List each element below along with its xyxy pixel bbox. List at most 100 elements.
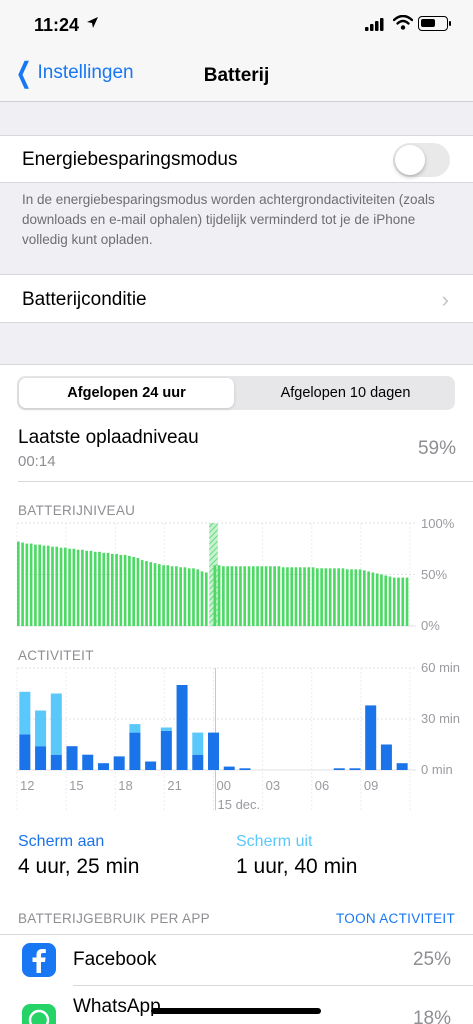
battery-bar xyxy=(286,567,289,626)
battery-bar xyxy=(269,566,272,626)
battery-bar xyxy=(166,565,170,626)
battery-bar xyxy=(324,568,328,626)
usage-header: BATTERIJGEBRUIK PER APP xyxy=(18,911,210,926)
battery-bar xyxy=(273,566,276,626)
activity-xtick: 12 xyxy=(20,778,34,793)
segment-24h[interactable]: Afgelopen 24 uur xyxy=(19,378,234,408)
battery-bar xyxy=(337,568,341,626)
screen-on-bar xyxy=(239,768,251,770)
screen-off-bar xyxy=(192,732,204,755)
activity-xtick: 00 xyxy=(217,778,231,793)
screen-on-bar xyxy=(380,744,392,770)
battery-bar xyxy=(290,567,294,626)
battery-ytick: 100% xyxy=(421,516,455,531)
battery-bar xyxy=(358,569,362,626)
activity-ytick: 0 min xyxy=(421,762,453,777)
battery-bar xyxy=(260,566,264,626)
battery-bar xyxy=(243,566,247,626)
screen-on-bar xyxy=(35,746,47,770)
battery-bar xyxy=(298,567,302,626)
screen-off-label: Scherm uit xyxy=(236,833,313,850)
battery-bar xyxy=(341,568,345,626)
screen-on-bar xyxy=(19,734,31,770)
battery-bar xyxy=(217,565,221,626)
screen-on-bar xyxy=(208,732,219,770)
battery-bar xyxy=(76,549,80,626)
battery-health-row[interactable]: Batterijconditie › xyxy=(0,274,473,323)
battery-bar xyxy=(303,567,306,626)
battery-bar xyxy=(17,541,20,626)
activity-xtick: 06 xyxy=(315,778,329,793)
battery-level-chart xyxy=(16,522,416,627)
app-row-whatsapp[interactable]: WhatsApp 18% xyxy=(0,986,473,1024)
battery-bar xyxy=(38,544,42,626)
screen-on-bar xyxy=(160,730,172,770)
battery-bar xyxy=(175,566,178,626)
battery-bar xyxy=(281,567,285,626)
screen-on-bar xyxy=(82,754,94,770)
battery-bar xyxy=(333,568,336,626)
battery-bar xyxy=(316,568,319,626)
screen-on-bar xyxy=(50,754,62,770)
battery-bar xyxy=(371,572,375,626)
last-charge-value: 59% xyxy=(417,438,456,459)
battery-bar xyxy=(234,566,238,626)
status-time: 11:24 xyxy=(34,15,80,35)
last-charge-label: Laatste oplaadniveau xyxy=(18,427,199,448)
activity-ytick: 30 min xyxy=(421,711,461,726)
battery-bar xyxy=(226,566,229,626)
activity-ytick: 60 min xyxy=(421,660,461,675)
screen-off-value: 1 uur, 40 min xyxy=(236,855,358,878)
screen-on-bar xyxy=(396,763,408,770)
battery-bar xyxy=(25,543,29,626)
battery-bar xyxy=(380,574,383,626)
battery-bar xyxy=(98,551,101,626)
battery-bar xyxy=(29,543,33,626)
battery-bar xyxy=(81,549,84,626)
battery-bar xyxy=(63,547,67,626)
time-range-segment: Afgelopen 24 uur Afgelopen 10 dagen xyxy=(17,376,455,410)
screen-off-bar xyxy=(160,727,172,731)
battery-bar xyxy=(375,573,379,626)
activity-xtick: 15 xyxy=(69,778,83,793)
battery-bar xyxy=(110,553,114,626)
battery-bar xyxy=(204,572,208,626)
home-indicator[interactable] xyxy=(151,1008,321,1014)
battery-bar xyxy=(401,577,405,626)
navigation-bar: ❮ Instellingen Batterij xyxy=(0,50,473,102)
battery-bar xyxy=(42,545,46,626)
battery-bar xyxy=(123,554,127,626)
location-arrow-icon xyxy=(86,16,99,32)
screen-on-value: 4 uur, 25 min xyxy=(18,855,140,878)
activity-chart: 12 15 18 21 00 03 06 09 15 dec. xyxy=(16,667,416,812)
battery-bar xyxy=(294,567,298,626)
battery-bar xyxy=(59,547,63,626)
battery-bar xyxy=(213,565,217,626)
battery-bar xyxy=(34,544,37,626)
low-power-row: Energiebesparingsmodus xyxy=(0,135,473,183)
page-title: Batterij xyxy=(203,65,270,86)
battery-bar xyxy=(140,560,144,626)
battery-bar xyxy=(170,566,174,626)
battery-bar xyxy=(106,552,110,626)
battery-bar xyxy=(388,576,392,626)
low-power-toggle[interactable] xyxy=(393,143,450,177)
show-activity-button[interactable]: TOON ACTIVITEIT xyxy=(336,911,455,926)
battery-bar xyxy=(307,567,311,626)
battery-bar xyxy=(21,542,24,626)
battery-bar xyxy=(153,563,157,626)
app-row-facebook[interactable]: Facebook 25% xyxy=(0,935,473,985)
screen-on-bar xyxy=(192,754,204,770)
battery-bar xyxy=(328,568,332,626)
battery-bar xyxy=(230,566,234,626)
segment-10d[interactable]: Afgelopen 10 dagen xyxy=(238,378,453,408)
screen-on-bar xyxy=(97,763,109,770)
screen-on-bar xyxy=(129,732,141,770)
app-usage-value: 25% xyxy=(412,949,451,970)
battery-bar xyxy=(384,575,388,626)
battery-bar xyxy=(145,561,148,626)
screen-on-bar xyxy=(176,685,188,770)
battery-bar xyxy=(222,566,225,626)
battery-bar xyxy=(68,548,71,626)
battery-bar xyxy=(132,556,135,626)
